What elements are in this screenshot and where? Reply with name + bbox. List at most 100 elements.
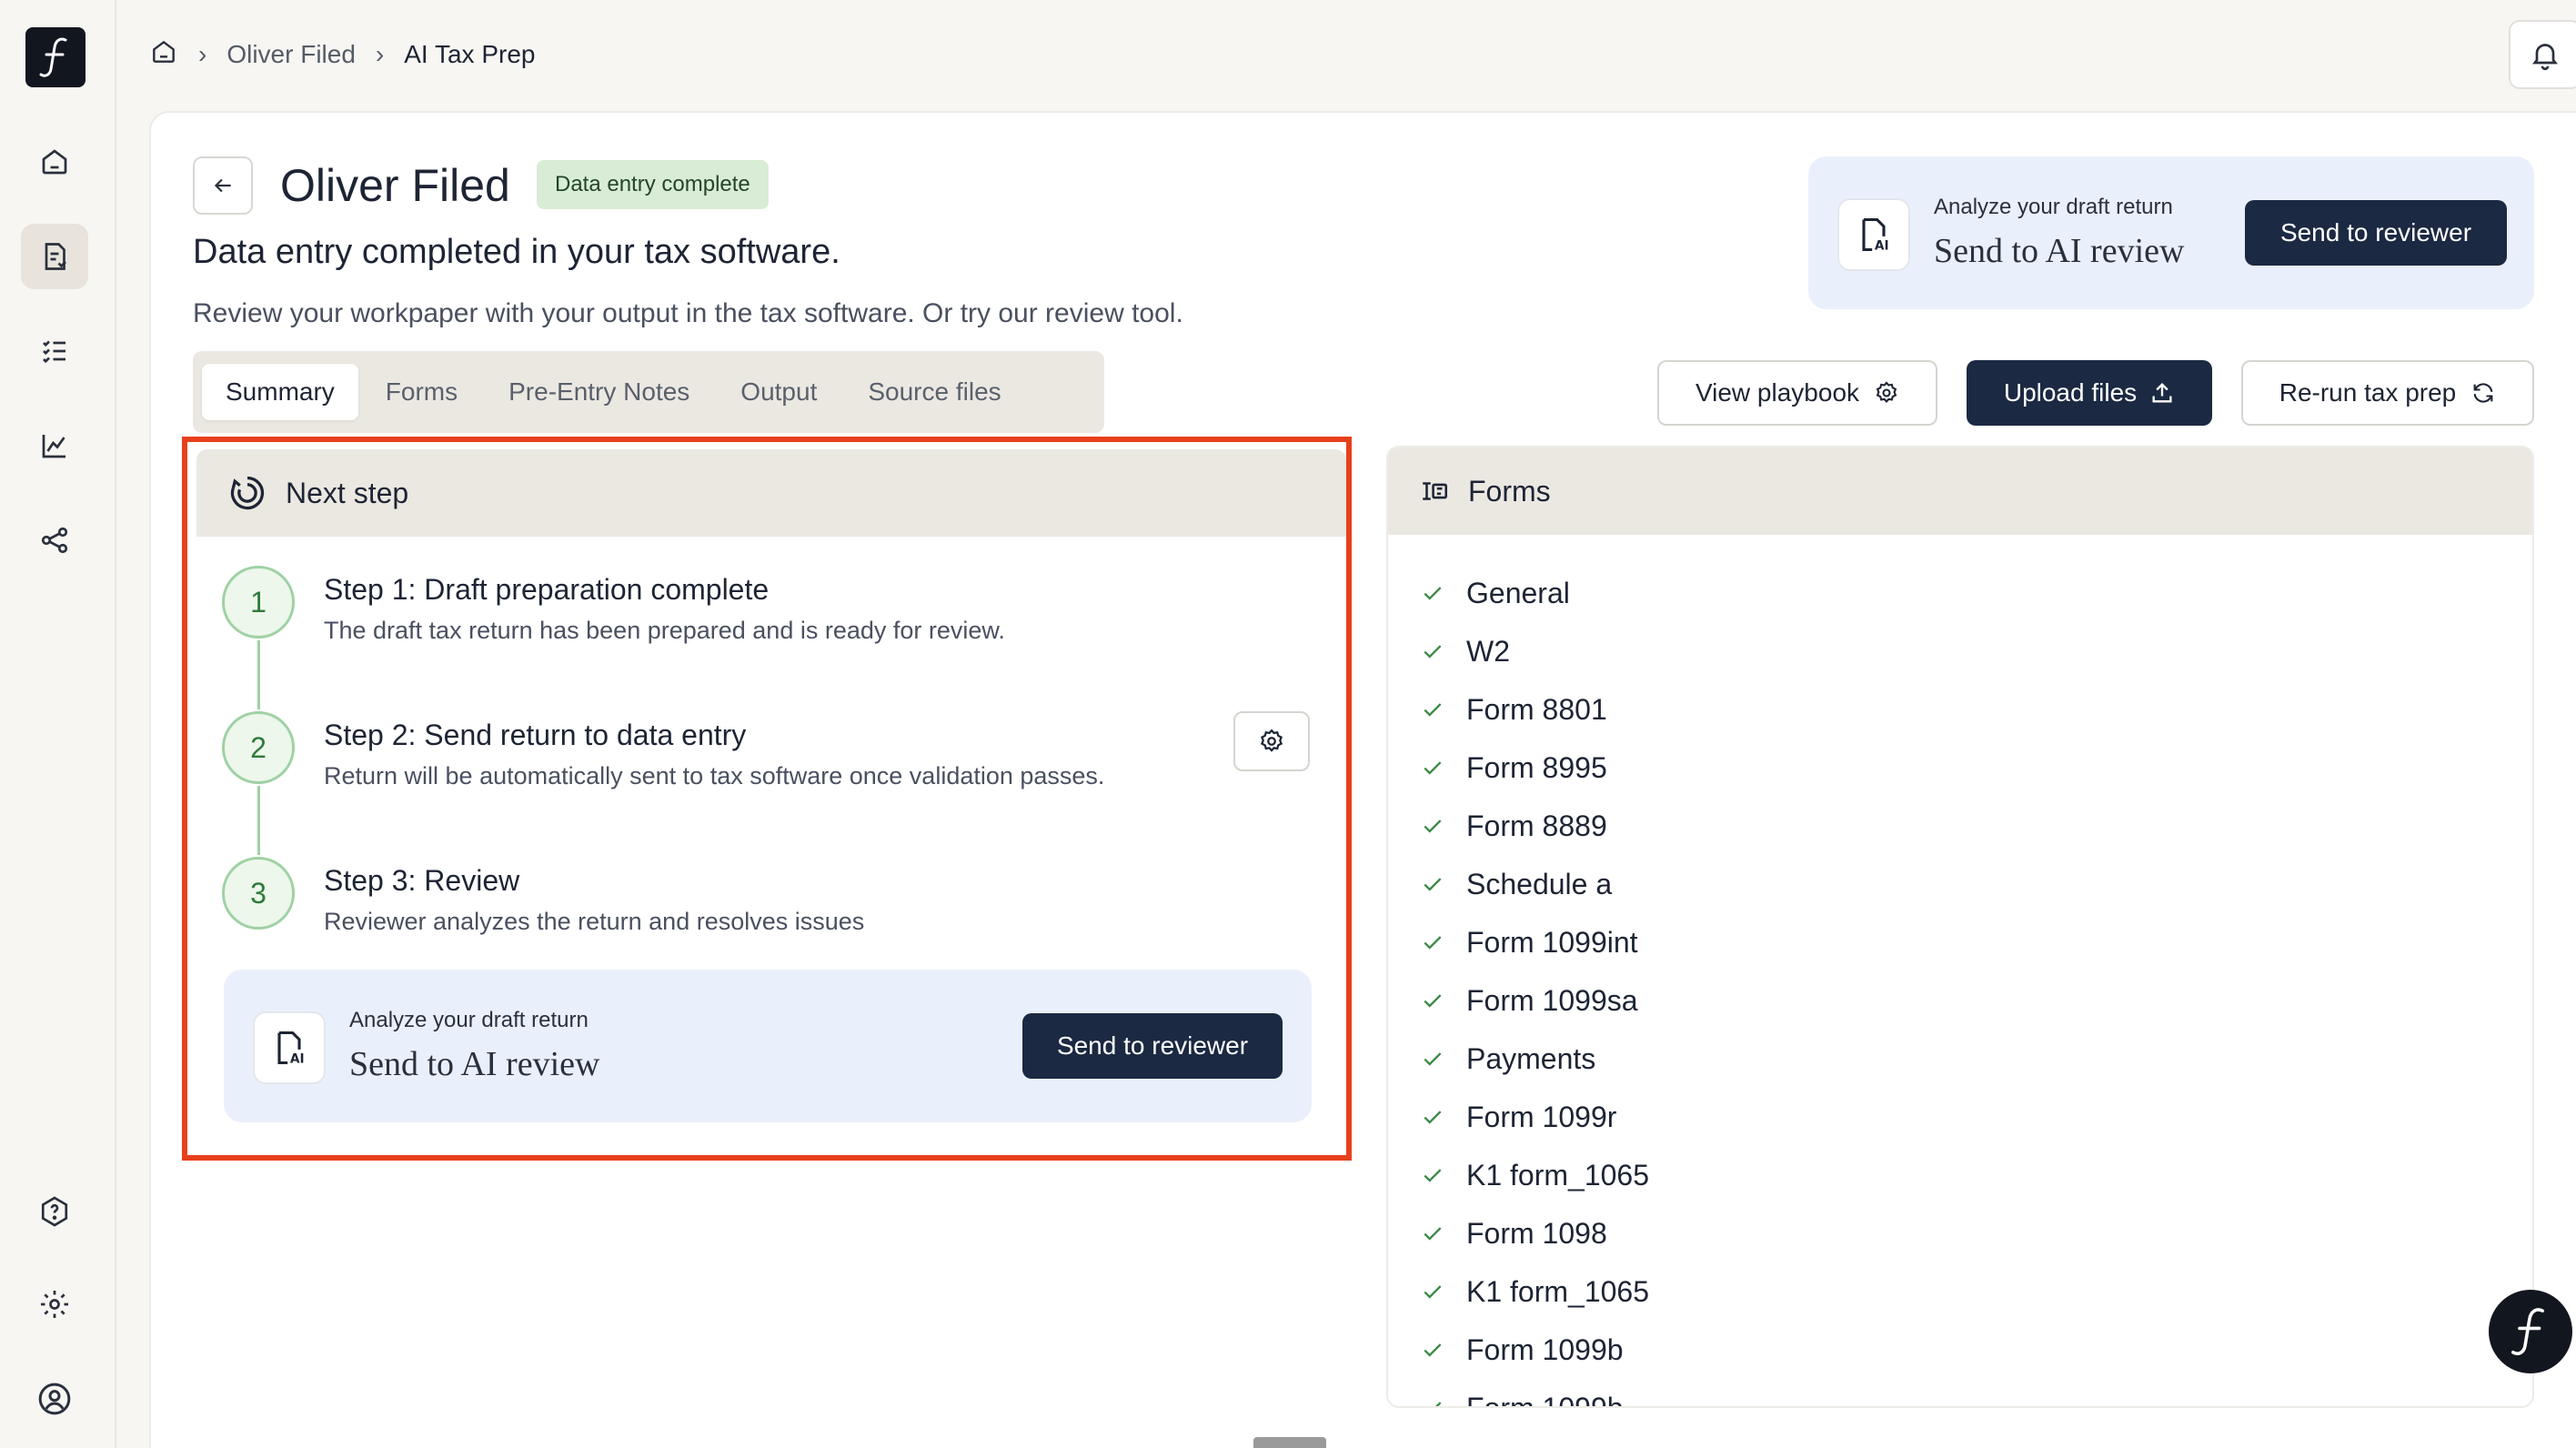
- step-title: Step 2: Send return to data entry: [324, 719, 747, 751]
- step-title: Step 3: Review: [324, 864, 520, 897]
- app-logo-icon: [2511, 1308, 2544, 1355]
- send-to-reviewer-button[interactable]: Send to reviewer: [1022, 1013, 1283, 1079]
- ai-document-icon: AI: [1837, 198, 1910, 271]
- list-item[interactable]: K1 form_1065: [1421, 1262, 1649, 1321]
- ai-review-title: Send to AI review: [1934, 232, 2185, 270]
- step-description: Return will be automatically sent to tax…: [324, 762, 1105, 789]
- check-icon: [1424, 936, 1442, 950]
- svg-text:AI: AI: [1875, 239, 1889, 254]
- svg-text:AI: AI: [290, 1052, 305, 1067]
- nav-checklist-icon[interactable]: [21, 318, 88, 384]
- tab-output[interactable]: Output: [717, 364, 840, 420]
- scroll-handle[interactable]: [1253, 1437, 1326, 1448]
- page-title: Oliver Filed: [280, 160, 510, 211]
- forms-title: Forms: [1468, 474, 1551, 508]
- nav-home-icon[interactable]: [21, 129, 88, 195]
- list-item[interactable]: Form 8801: [1421, 680, 1649, 739]
- form-name: Form 8995: [1466, 750, 1607, 784]
- list-item[interactable]: Form 1099r: [1421, 1088, 1649, 1146]
- list-item[interactable]: Form 1099b: [1421, 1379, 1649, 1408]
- status-badge: Data entry complete: [537, 160, 769, 209]
- form-fields-icon: [1423, 482, 1448, 500]
- step-number: 2: [222, 711, 295, 784]
- step-settings-button[interactable]: [1233, 711, 1310, 771]
- account-icon[interactable]: [21, 1366, 88, 1432]
- tab-bar: Summary Forms Pre-Entry Notes Output Sou…: [193, 351, 1104, 433]
- tab-forms[interactable]: Forms: [362, 364, 481, 420]
- back-button[interactable]: [193, 156, 253, 215]
- check-icon: [1424, 645, 1442, 659]
- ai-review-kicker: Analyze your draft return: [349, 1008, 589, 1032]
- upload-files-label: Upload files: [2003, 378, 2138, 407]
- app-logo[interactable]: [25, 27, 86, 87]
- check-icon: [1424, 1285, 1442, 1299]
- form-name: K1 form_1065: [1466, 1274, 1650, 1308]
- check-icon: [1424, 703, 1442, 717]
- gear-icon: [1260, 729, 1283, 752]
- check-icon: [1424, 1169, 1442, 1182]
- list-item[interactable]: Form 8995: [1421, 739, 1649, 797]
- check-icon: [1424, 1111, 1442, 1124]
- list-item[interactable]: Schedule a: [1421, 855, 1649, 913]
- nav-analytics-icon[interactable]: [21, 413, 88, 478]
- form-name: Form 8801: [1466, 692, 1607, 726]
- arrow-left-icon: [214, 178, 231, 193]
- list-item[interactable]: Form 1099sa: [1421, 971, 1649, 1030]
- page-subline: Review your workpaper with your output i…: [193, 298, 1183, 328]
- form-name: Form 1098: [1466, 1216, 1607, 1250]
- help-icon[interactable]: [21, 1179, 88, 1244]
- tab-source-files[interactable]: Source files: [844, 364, 1024, 420]
- ai-review-banner: AI Analyze your draft return Send to AI …: [1808, 156, 2534, 309]
- next-step-title: Next step: [286, 476, 409, 509]
- check-icon: [1424, 761, 1442, 775]
- form-name: Form 1099sa: [1466, 983, 1638, 1017]
- step-connector: [257, 786, 260, 855]
- chevron-right-icon: ›: [198, 40, 207, 68]
- list-item[interactable]: Payments: [1421, 1030, 1649, 1088]
- list-item[interactable]: General: [1421, 564, 1649, 622]
- page-headline: Data entry completed in your tax softwar…: [193, 233, 840, 271]
- list-item[interactable]: K1 form_1065: [1421, 1146, 1649, 1204]
- breadcrumb-client-link[interactable]: Oliver Filed: [226, 40, 356, 69]
- chevron-right-icon: ›: [375, 40, 385, 68]
- settings-icon[interactable]: [21, 1272, 88, 1337]
- ai-review-inline-banner: AI Analyze your draft return Send to AI …: [224, 970, 1312, 1122]
- home-icon[interactable]: [149, 37, 178, 73]
- list-item[interactable]: Form 1098: [1421, 1204, 1649, 1262]
- forms-list: General W2 Form 8801 Form 8995 Form 8889 Sche…: [1421, 564, 1649, 1408]
- tab-summary[interactable]: Summary: [202, 364, 358, 420]
- form-name: General: [1466, 576, 1570, 609]
- ai-document-icon: AI: [253, 1011, 326, 1084]
- notifications-bell-icon[interactable]: [2509, 20, 2576, 89]
- rerun-tax-prep-button[interactable]: Re-run tax prep: [2241, 360, 2534, 426]
- form-name: Form 1099b: [1466, 1391, 1624, 1408]
- view-playbook-button[interactable]: View playbook: [1657, 360, 1937, 426]
- check-icon: [1424, 820, 1442, 833]
- form-name: Payments: [1466, 1041, 1596, 1075]
- ai-review-kicker: Analyze your draft return: [1934, 195, 2173, 219]
- ai-review-title: Send to AI review: [349, 1045, 600, 1083]
- forms-panel: Forms General W2 Form 8801 Form 8995 Form 88…: [1386, 446, 2534, 1408]
- list-item[interactable]: Form 8889: [1421, 797, 1649, 855]
- list-item[interactable]: W2: [1421, 622, 1649, 680]
- upload-files-button[interactable]: Upload files: [1967, 360, 2212, 426]
- nav-tax-prep-icon[interactable]: [21, 224, 88, 289]
- form-name: Schedule a: [1466, 867, 1613, 900]
- send-to-reviewer-button[interactable]: Send to reviewer: [2245, 200, 2507, 266]
- step-number: 1: [222, 566, 295, 639]
- form-name: Form 1099b: [1466, 1332, 1624, 1366]
- tab-pre-entry-notes[interactable]: Pre-Entry Notes: [485, 364, 713, 420]
- check-icon: [1424, 587, 1442, 600]
- form-name: W2: [1466, 634, 1510, 668]
- refresh-icon: [2473, 383, 2493, 403]
- list-item[interactable]: Form 1099b: [1421, 1321, 1649, 1379]
- check-icon: [1424, 878, 1442, 891]
- assistant-launcher-button[interactable]: [2489, 1290, 2572, 1373]
- nav-share-icon[interactable]: [21, 508, 88, 573]
- breadcrumb-current: AI Tax Prep: [404, 40, 536, 68]
- sidebar: [0, 0, 116, 1448]
- progress-circle-icon: [230, 476, 265, 510]
- list-item[interactable]: Form 1099int: [1421, 913, 1649, 971]
- forms-header: Forms: [1388, 447, 2532, 535]
- check-icon: [1424, 1052, 1442, 1066]
